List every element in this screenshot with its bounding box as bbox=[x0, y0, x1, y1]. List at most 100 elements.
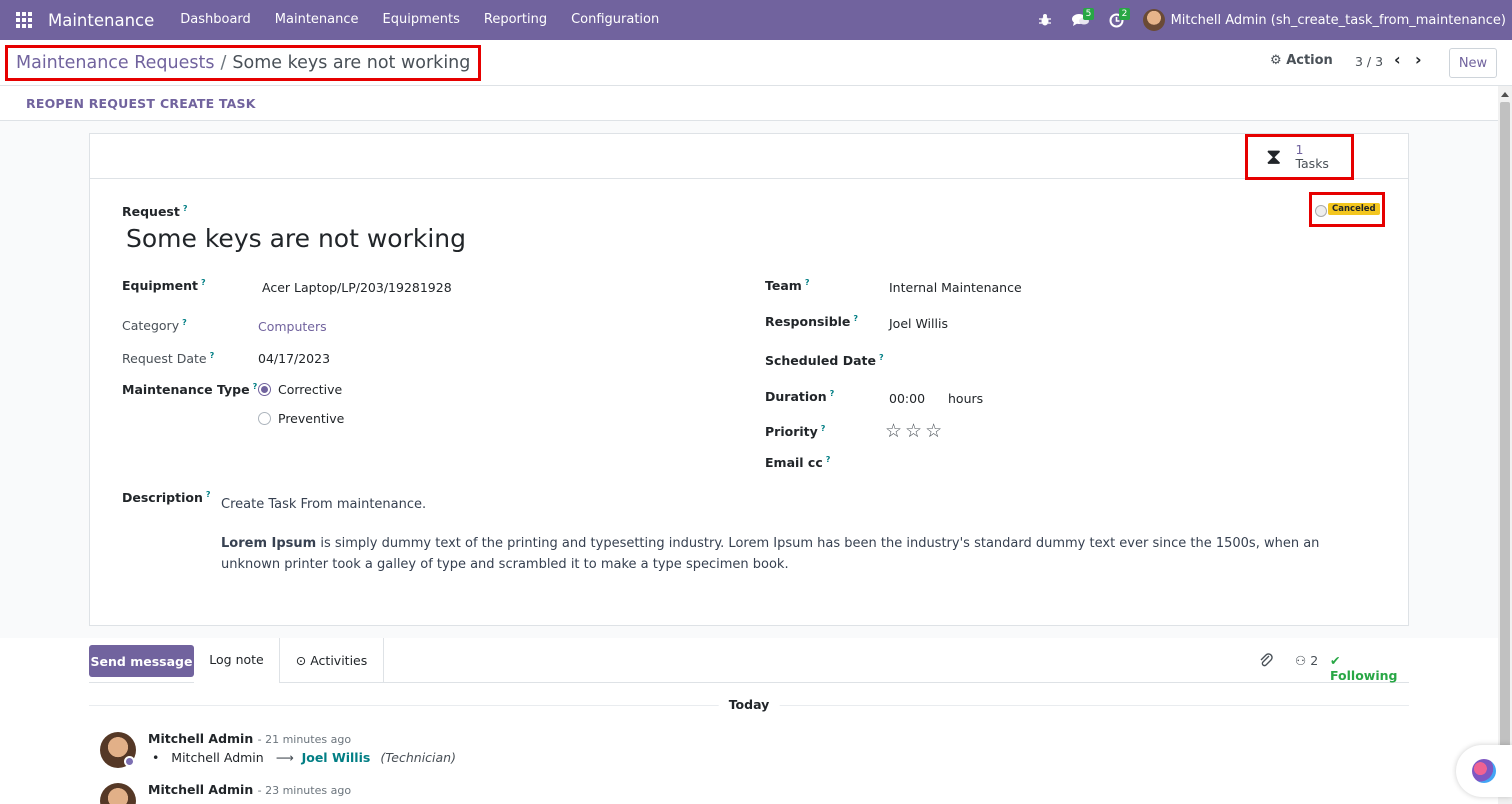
apps-menu-icon[interactable] bbox=[0, 0, 48, 40]
menu-reporting[interactable]: Reporting bbox=[472, 0, 559, 40]
user-menu[interactable]: Mitchell Admin (sh_create_task_from_main… bbox=[1142, 9, 1506, 31]
star-icon[interactable]: ☆ bbox=[885, 420, 905, 442]
message-time: - 21 minutes ago bbox=[257, 733, 352, 746]
avatar[interactable] bbox=[100, 783, 136, 804]
new-value: Joel Willis bbox=[301, 750, 371, 765]
menu-dashboard[interactable]: Dashboard bbox=[168, 0, 263, 40]
help-icon[interactable]: ? bbox=[853, 314, 858, 323]
star-icon[interactable]: ☆ bbox=[925, 420, 945, 442]
user-icon: ⚇ bbox=[1295, 653, 1307, 668]
tracked-field: (Technician) bbox=[380, 750, 456, 765]
help-icon[interactable]: ? bbox=[210, 351, 215, 360]
responsible-label: Responsible? bbox=[765, 314, 859, 330]
scheduled-date-field[interactable] bbox=[889, 353, 1189, 371]
tasks-smart-button[interactable]: ⧗ 1 Tasks bbox=[1245, 134, 1354, 180]
pager-next-icon[interactable]: › bbox=[1415, 50, 1422, 69]
message-author[interactable]: Mitchell Admin bbox=[148, 782, 253, 797]
bullet-icon: • bbox=[152, 750, 160, 765]
breadcrumb: Maintenance Requests / Some keys are not… bbox=[5, 45, 482, 81]
messages-icon[interactable]: 5 bbox=[1063, 0, 1099, 40]
equipment-label: Equipment? bbox=[122, 278, 206, 294]
kanban-state-icon[interactable] bbox=[1315, 205, 1327, 217]
help-icon[interactable]: ? bbox=[826, 455, 831, 464]
description-field[interactable]: Create Task From maintenance. Lorem Ipsu… bbox=[221, 494, 1341, 575]
duration-unit: hours bbox=[948, 391, 984, 406]
duration-field[interactable]: 00:00 bbox=[889, 391, 925, 406]
date-separator: Today bbox=[89, 697, 1409, 712]
radio-preventive[interactable]: Preventive bbox=[258, 411, 344, 426]
hourglass-icon: ⧗ bbox=[1266, 144, 1282, 170]
create-task-button[interactable]: CREATE TASK bbox=[160, 96, 256, 111]
help-icon[interactable]: ? bbox=[830, 389, 835, 398]
action-menu-button[interactable]: ⚙ Action bbox=[1270, 53, 1333, 68]
ai-assistant-button[interactable] bbox=[1456, 745, 1512, 797]
star-icon[interactable]: ☆ bbox=[905, 420, 925, 442]
user-avatar bbox=[1142, 9, 1165, 31]
message-author[interactable]: Mitchell Admin bbox=[148, 731, 253, 746]
presence-icon bbox=[124, 756, 135, 767]
send-message-button[interactable]: Send message bbox=[89, 645, 194, 677]
scroll-up-icon[interactable] bbox=[1501, 92, 1509, 97]
clock-icon: ⊙ bbox=[295, 653, 307, 668]
following-button[interactable]: ✔ Following bbox=[1330, 653, 1409, 683]
reopen-request-button[interactable]: REOPEN REQUEST bbox=[26, 96, 155, 111]
request-date-field[interactable]: 04/17/2023 bbox=[258, 351, 330, 366]
menu-maintenance[interactable]: Maintenance bbox=[263, 0, 371, 40]
help-icon[interactable]: ? bbox=[821, 424, 826, 433]
category-label: Category? bbox=[122, 318, 187, 334]
debug-bug-icon[interactable] bbox=[1027, 0, 1063, 40]
tasks-count: 1 bbox=[1295, 142, 1304, 157]
menu-configuration[interactable]: Configuration bbox=[559, 0, 671, 40]
radio-corrective[interactable]: Corrective bbox=[258, 382, 342, 397]
messages-badge: 5 bbox=[1082, 8, 1095, 20]
request-title[interactable]: Some keys are not working bbox=[126, 224, 466, 253]
state-highlight: Canceled bbox=[1309, 192, 1385, 227]
control-panel: Maintenance Requests / Some keys are not… bbox=[0, 40, 1512, 86]
activities-clock-icon[interactable]: 2 bbox=[1099, 0, 1135, 40]
team-field[interactable]: Internal Maintenance bbox=[889, 280, 1022, 295]
app-brand[interactable]: Maintenance bbox=[48, 11, 154, 30]
help-icon[interactable]: ? bbox=[805, 278, 810, 287]
top-navbar: Maintenance Dashboard Maintenance Equipm… bbox=[0, 0, 1512, 40]
user-name: Mitchell Admin (sh_create_task_from_main… bbox=[1170, 12, 1506, 28]
pager-previous-icon[interactable]: ‹ bbox=[1394, 50, 1401, 69]
radio-checked-icon bbox=[258, 383, 271, 396]
paperclip-icon[interactable] bbox=[1259, 652, 1273, 672]
help-icon[interactable]: ? bbox=[253, 382, 258, 391]
help-icon[interactable]: ? bbox=[183, 204, 188, 213]
equipment-field[interactable]: Acer Laptop/LP/203/19281928 bbox=[262, 280, 452, 295]
log-note-button[interactable]: Log note bbox=[194, 638, 279, 683]
category-link[interactable]: Computers bbox=[258, 319, 327, 334]
followers-count: 2 bbox=[1310, 653, 1319, 668]
brain-icon bbox=[1472, 759, 1496, 783]
priority-stars: ☆☆☆ bbox=[885, 420, 945, 442]
activities-button[interactable]: ⊙ Activities bbox=[279, 638, 384, 683]
smart-button-box: ⧗ 1 Tasks bbox=[90, 134, 1408, 180]
followers-button[interactable]: ⚇ 2 bbox=[1295, 653, 1318, 668]
old-value: Mitchell Admin bbox=[171, 750, 264, 765]
help-icon[interactable]: ? bbox=[201, 278, 206, 287]
check-icon: ✔ bbox=[1330, 653, 1341, 668]
team-label: Team? bbox=[765, 278, 810, 294]
scheduled-date-label: Scheduled Date? bbox=[765, 353, 884, 369]
description-paragraph: Lorem Ipsum is simply dummy text of the … bbox=[221, 536, 1320, 572]
menu-equipments[interactable]: Equipments bbox=[371, 0, 472, 40]
request-label: Request? bbox=[122, 204, 188, 220]
tasks-label: Tasks bbox=[1295, 156, 1329, 171]
pager-value[interactable]: 3 / 3 bbox=[1355, 54, 1383, 69]
help-icon[interactable]: ? bbox=[879, 353, 884, 362]
vertical-scrollbar[interactable] bbox=[1498, 86, 1512, 804]
gear-icon: ⚙ bbox=[1270, 53, 1282, 68]
help-icon[interactable]: ? bbox=[182, 318, 187, 327]
breadcrumb-current: Some keys are not working bbox=[232, 53, 471, 73]
form-statusbar: REOPEN REQUEST CREATE TASK bbox=[0, 86, 1498, 121]
priority-label: Priority? bbox=[765, 424, 826, 440]
responsible-field[interactable]: Joel Willis bbox=[889, 316, 948, 331]
radio-unchecked-icon bbox=[258, 412, 271, 425]
arrow-right-icon: ⟶ bbox=[275, 750, 294, 765]
help-icon[interactable]: ? bbox=[206, 490, 211, 499]
new-button[interactable]: New bbox=[1449, 48, 1497, 78]
breadcrumb-parent[interactable]: Maintenance Requests bbox=[16, 53, 214, 73]
duration-label: Duration? bbox=[765, 389, 835, 405]
scrollbar-thumb[interactable] bbox=[1500, 102, 1510, 758]
